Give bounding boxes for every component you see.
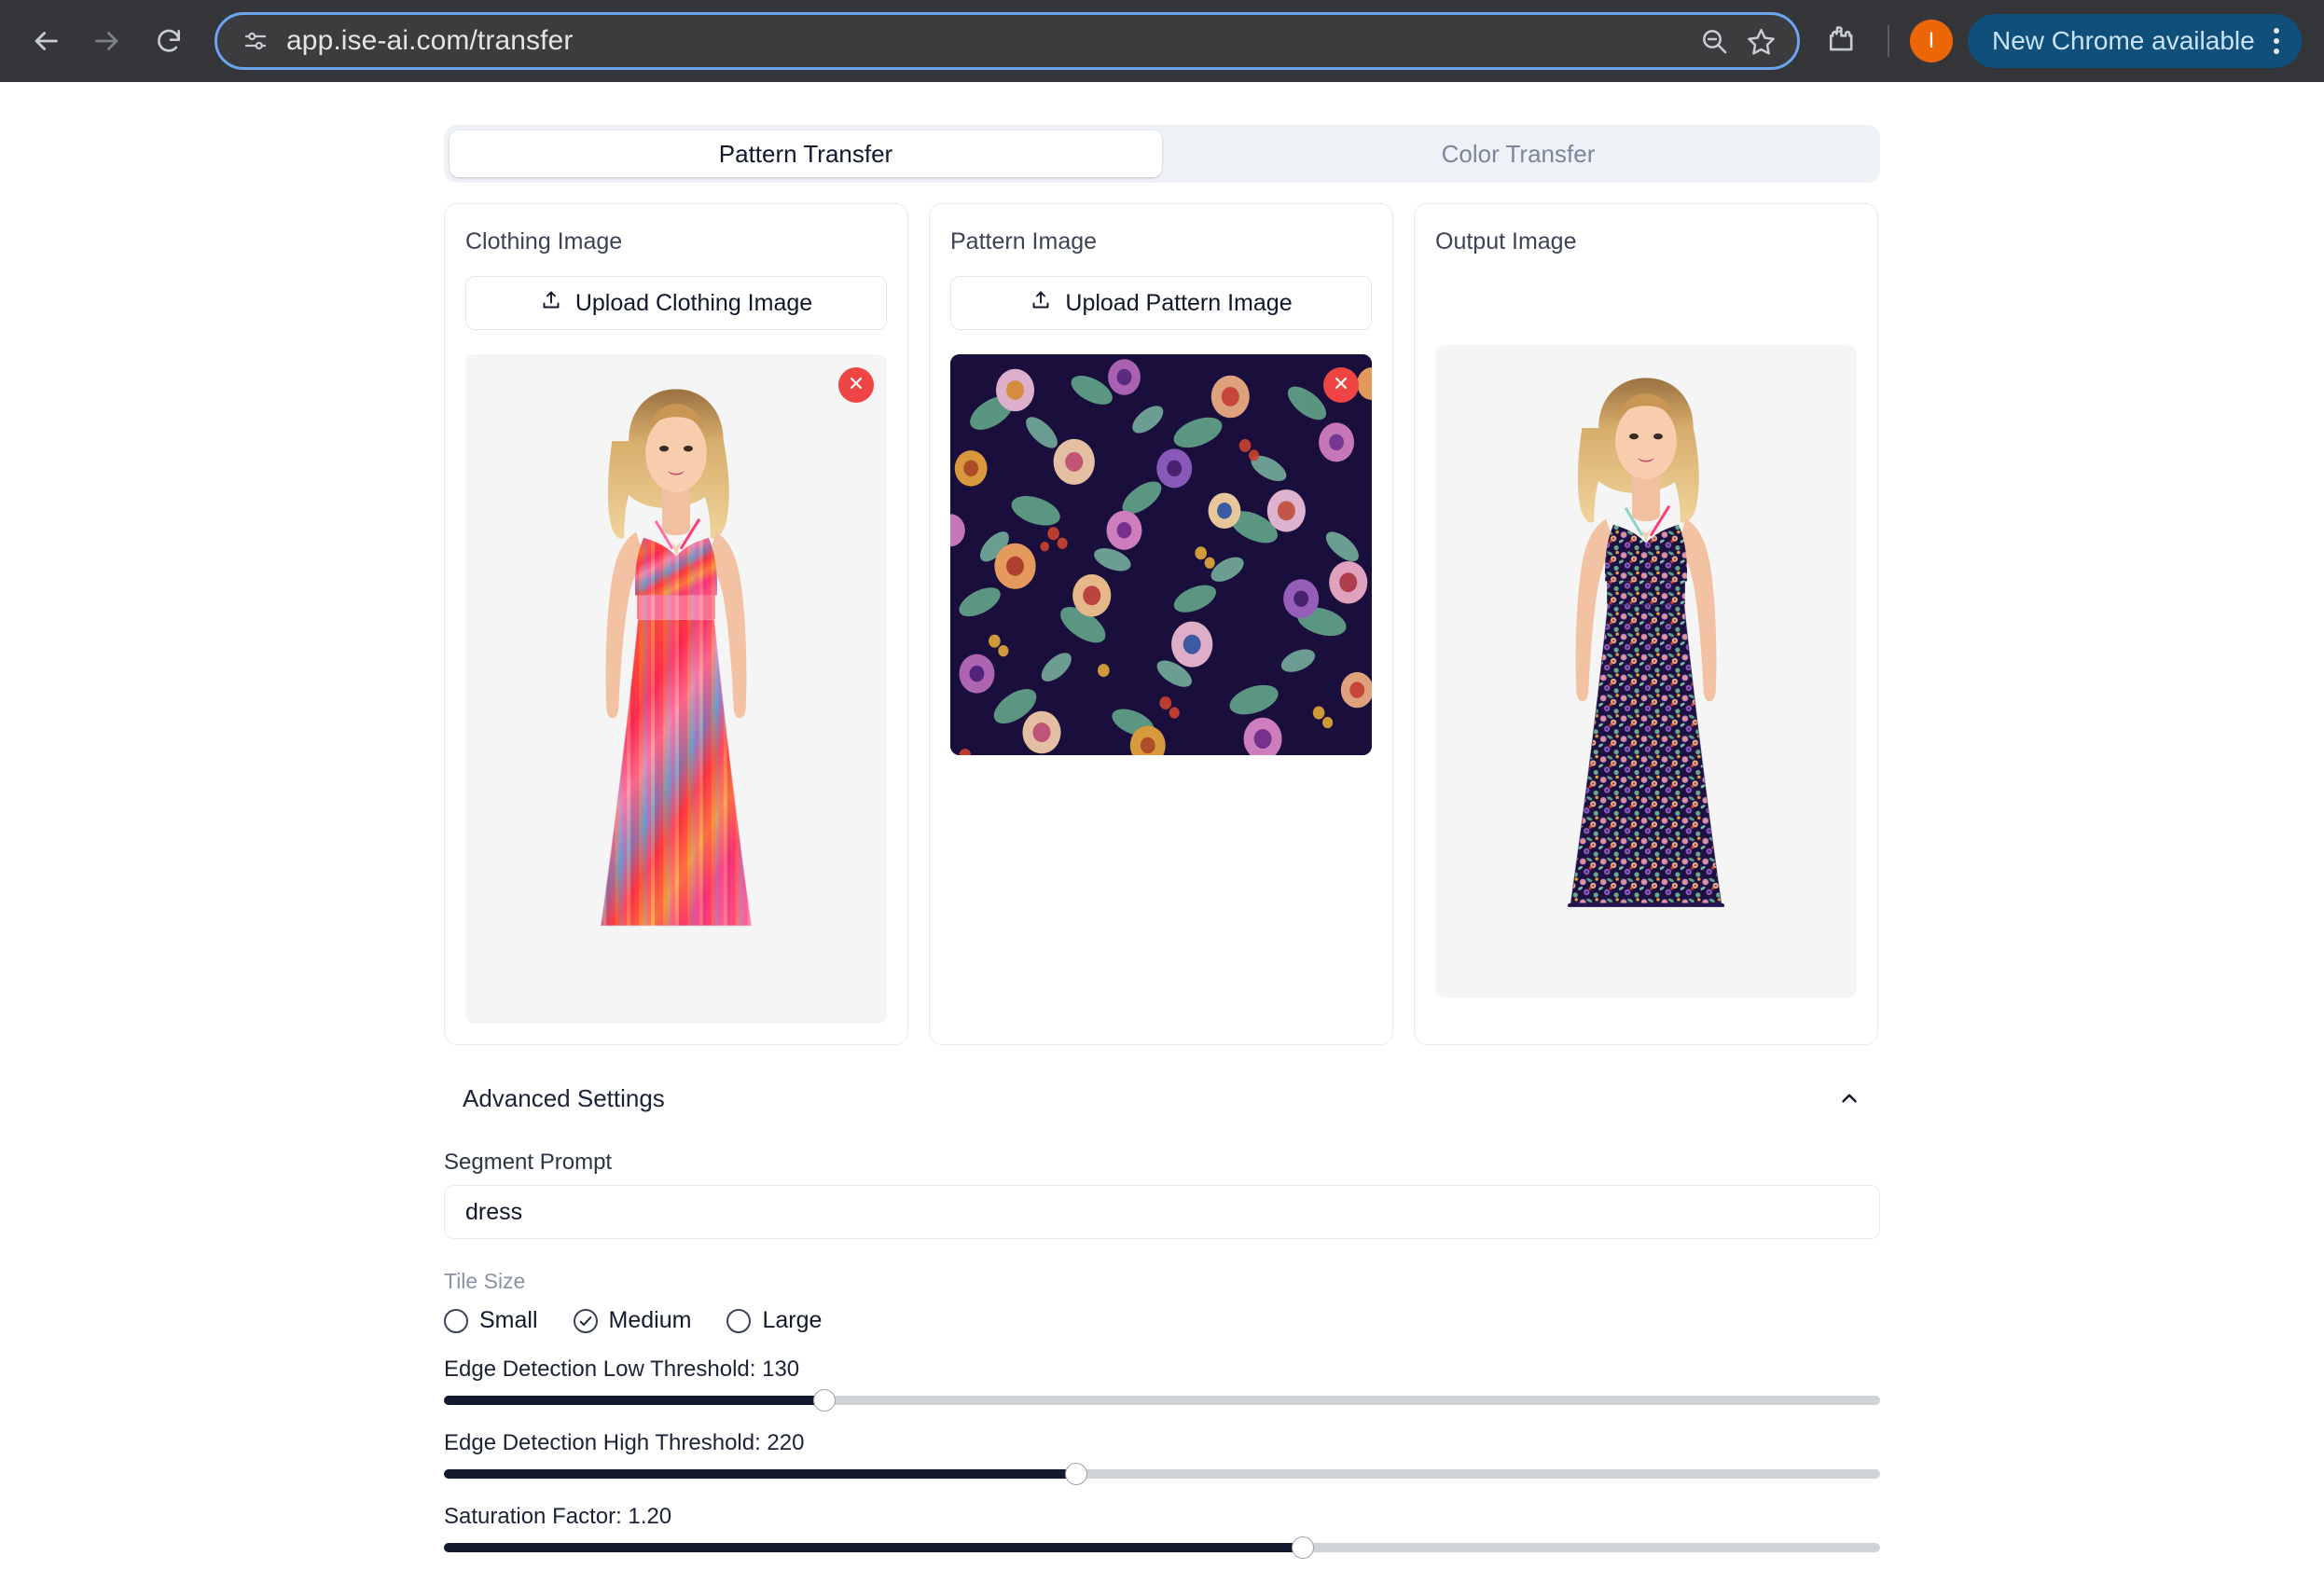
content-container: Pattern Transfer Color Transfer Clothing…: [444, 125, 1880, 1570]
tile-size-radio-group: Small Medium Large: [444, 1307, 1880, 1334]
address-bar[interactable]: app.ise-ai.com/transfer: [214, 12, 1800, 70]
toolbar-right-group: I New Chrome available: [1813, 14, 2302, 68]
mode-tabs: Pattern Transfer Color Transfer: [444, 125, 1880, 183]
clothing-thumbnail[interactable]: [465, 354, 887, 1024]
tile-size-option-small[interactable]: Small: [444, 1307, 538, 1334]
tile-size-option-medium[interactable]: Medium: [573, 1307, 692, 1334]
slider-edge-high-label: Edge Detection High Threshold: 220: [444, 1430, 805, 1455]
output-thumbnail[interactable]: [1435, 345, 1857, 998]
slider-thumb[interactable]: [1291, 1536, 1314, 1559]
pattern-image-card: Pattern Image Upload Pattern Image: [929, 203, 1393, 1045]
arrow-left-icon: [30, 25, 62, 57]
tile-size-option-large[interactable]: Large: [726, 1307, 822, 1334]
close-icon: [847, 374, 865, 397]
slider-edge-low-label: Edge Detection Low Threshold: 130: [444, 1357, 800, 1382]
reload-button[interactable]: [140, 12, 198, 70]
radio-checked-icon: [573, 1308, 598, 1333]
floral-pattern-illustration: [950, 354, 1372, 755]
slider-saturation: Saturation Factor: 1.20: [444, 1504, 1880, 1559]
arrow-right-icon: [91, 25, 123, 57]
clothing-model-illustration: [465, 355, 887, 1023]
upload-pattern-label: Upload Pattern Image: [1065, 289, 1293, 316]
chrome-update-button[interactable]: New Chrome available: [1968, 14, 2302, 68]
radio-unchecked-icon: [444, 1308, 468, 1333]
tab-pattern-transfer[interactable]: Pattern Transfer: [450, 131, 1162, 177]
tab-color-transfer[interactable]: Color Transfer: [1162, 131, 1874, 177]
slider-saturation-control[interactable]: [444, 1536, 1880, 1559]
tile-size-small-label: Small: [479, 1307, 538, 1333]
output-model-illustration: [1435, 346, 1857, 997]
upload-clothing-label: Upload Clothing Image: [574, 289, 813, 316]
output-image-card: Output Image: [1414, 203, 1878, 1045]
slider-thumb[interactable]: [813, 1389, 837, 1412]
puzzle-piece-icon: [1824, 23, 1856, 60]
radio-unchecked-icon: [726, 1308, 752, 1333]
remove-clothing-image-button[interactable]: [838, 367, 874, 403]
reload-icon: [154, 26, 184, 56]
remove-pattern-image-button[interactable]: [1323, 367, 1359, 403]
pattern-thumbnail[interactable]: [950, 354, 1372, 755]
slider-fill: [444, 1396, 825, 1405]
slider-edge-high: Edge Detection High Threshold: 220: [444, 1430, 1880, 1485]
page-viewport: Pattern Transfer Color Transfer Clothing…: [0, 82, 2324, 1570]
output-card-title: Output Image: [1435, 228, 1577, 255]
zoom-out-icon[interactable]: [1699, 26, 1729, 56]
upload-clothing-image-button[interactable]: Upload Clothing Image: [465, 276, 887, 330]
upload-icon: [1030, 289, 1052, 318]
slider-edge-low-control[interactable]: [444, 1389, 1880, 1412]
slider-fill: [444, 1543, 1303, 1552]
clothing-image-card: Clothing Image Upload Clothing Image: [444, 203, 908, 1045]
slider-edge-low: Edge Detection Low Threshold: 130: [444, 1357, 1880, 1412]
slider-thumb[interactable]: [1064, 1463, 1087, 1485]
pattern-thumbnail-wrap: [950, 354, 1372, 755]
site-settings-icon[interactable]: [242, 27, 270, 55]
clothing-thumbnail-wrap: [465, 354, 887, 1024]
pattern-card-title: Pattern Image: [950, 228, 1098, 255]
slider-fill: [444, 1469, 1076, 1479]
back-button[interactable]: [17, 12, 75, 70]
forward-button[interactable]: [78, 12, 136, 70]
tile-size-label: Tile Size: [444, 1269, 526, 1293]
upload-icon: [540, 289, 562, 318]
extensions-button[interactable]: [1813, 14, 1867, 68]
close-icon: [1332, 374, 1350, 397]
tile-size-medium-label: Medium: [608, 1307, 692, 1333]
kebab-menu-icon[interactable]: [2266, 28, 2287, 54]
segment-prompt-label: Segment Prompt: [444, 1150, 613, 1175]
toolbar-divider: [1888, 25, 1889, 57]
upload-pattern-image-button[interactable]: Upload Pattern Image: [950, 276, 1372, 330]
browser-toolbar: app.ise-ai.com/transfer I New Chrome ava…: [0, 0, 2324, 82]
app-page: Pattern Transfer Color Transfer Clothing…: [0, 82, 2324, 1570]
advanced-settings-header[interactable]: Advanced Settings: [444, 1073, 1880, 1123]
slider-edge-high-control[interactable]: [444, 1463, 1880, 1485]
advanced-settings-body: Segment Prompt Tile Size Small Medium La…: [444, 1150, 1880, 1570]
clothing-card-title: Clothing Image: [465, 228, 623, 255]
chrome-update-label: New Chrome available: [1992, 26, 2255, 55]
output-thumbnail-wrap: [1435, 345, 1857, 998]
avatar[interactable]: I: [1910, 20, 1953, 62]
chevron-up-icon[interactable]: [1837, 1086, 1861, 1110]
url-text[interactable]: app.ise-ai.com/transfer: [286, 25, 1682, 57]
tile-size-large-label: Large: [762, 1307, 823, 1333]
image-cards-row: Clothing Image Upload Clothing Image Pat…: [444, 203, 1880, 1045]
star-icon[interactable]: [1746, 26, 1777, 57]
slider-saturation-label: Saturation Factor: 1.20: [444, 1504, 672, 1529]
segment-prompt-input[interactable]: [444, 1185, 1880, 1239]
advanced-settings-title: Advanced Settings: [463, 1083, 665, 1112]
